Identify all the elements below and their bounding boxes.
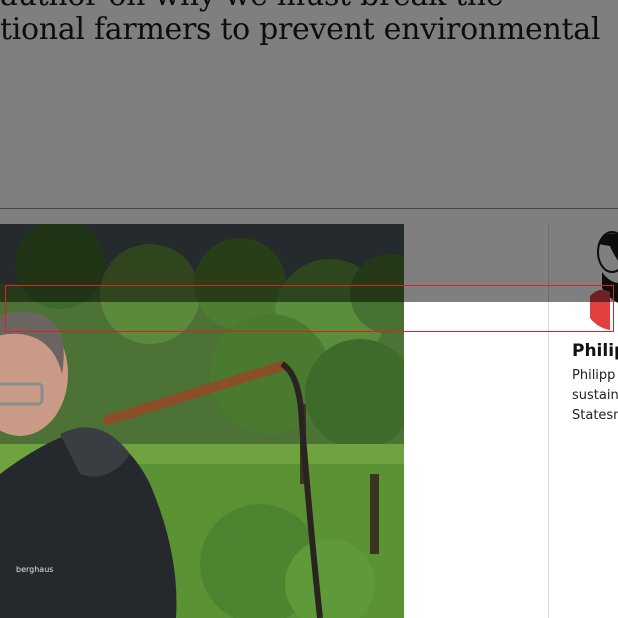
jacket-brand-logo: berghaus	[16, 565, 53, 574]
author-bio-line-1: Philipp	[572, 368, 616, 383]
author-bio-line-2: sustain	[572, 388, 618, 403]
page-viewport: author on why we must break the tional f…	[0, 0, 618, 618]
author-bio: Philipp sustain Statesm	[572, 366, 618, 426]
selection-highlight-box	[5, 285, 614, 332]
modal-overlay[interactable]	[0, 0, 618, 302]
author-name[interactable]: Philip	[572, 341, 618, 361]
author-bio-line-3: Statesm	[572, 408, 618, 423]
